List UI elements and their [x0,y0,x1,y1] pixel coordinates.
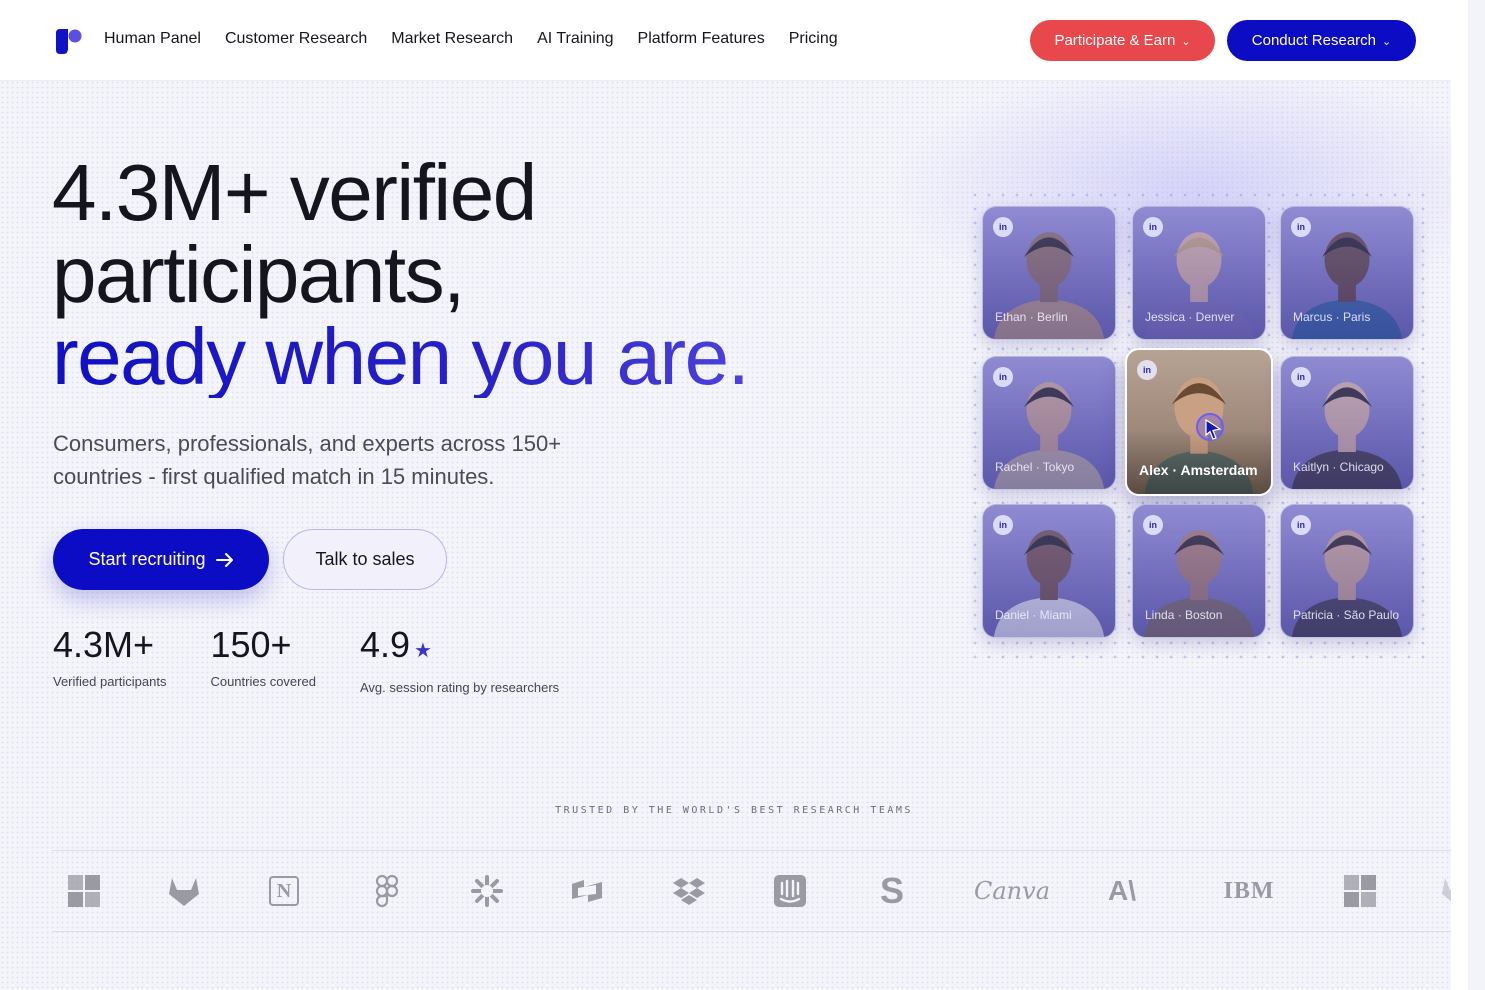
brand-wordmark: IBM [1223,877,1275,904]
participant-label: Alex · Amsterdam [1139,462,1258,478]
customer-logo-strip: N S Canva A\ IBM [52,850,1468,932]
microsoft-logo-icon [64,871,104,911]
headline-line-1: 4.3M+ verified [52,148,537,237]
brand-wordmark: S [879,870,904,911]
stat-label: Verified participants [53,674,167,689]
linkedin-icon[interactable]: in [1137,360,1157,380]
anthropic-logo-icon: A\ [1102,871,1142,911]
stat-value-wrap: 4.9 ★ [360,624,559,672]
participant-card-ethan[interactable]: in Ethan · Berlin [982,206,1116,340]
stat-label: Countries covered [210,674,316,689]
brand-logo-icon[interactable] [54,27,82,55]
participant-label: Rachel · Tokyo [995,460,1075,474]
start-recruiting-label: Start recruiting [88,549,206,569]
nav-link-human-panel[interactable]: Human Panel [104,30,201,48]
headline-line-2: participants, [52,230,465,319]
zapier-logo-icon [467,871,507,911]
nav-link-customer-research[interactable]: Customer Research [225,30,367,48]
participant-card-linda[interactable]: in Linda · Boston [1132,504,1266,638]
participant-label: Daniel · Miami [995,608,1072,622]
linkedin-icon[interactable]: in [1291,515,1311,535]
canva-logo-icon: Canva [974,871,1050,911]
participant-card-alex[interactable]: in Alex · Amsterdam [1125,348,1273,496]
headline-line-3-accent: ready when you are. [52,316,872,398]
participant-label: Jessica · Denver [1145,310,1235,324]
talk-to-sales-button[interactable]: Talk to sales [283,529,447,590]
webflow-logo-icon [567,871,607,911]
chevron-down-icon: ⌄ [1382,36,1392,48]
stat-participants: 4.3M+ Verified participants [53,624,166,695]
stat-countries: 150+ Countries covered [210,624,316,695]
participant-card-marcus[interactable]: in Marcus · Paris [1280,206,1414,340]
brand-wordmark: Canva [974,877,1050,905]
stat-rating: 4.9 ★ Avg. session rating by researchers [360,624,559,695]
stat-value: 4.3M+ [53,624,155,665]
hero-headline: 4.3M+ verified participants, ready when … [52,152,872,398]
participant-card-jessica[interactable]: in Jessica · Denver [1132,206,1266,340]
nav-link-platform-features[interactable]: Platform Features [638,30,765,48]
linkedin-icon[interactable]: in [993,515,1013,535]
notion-logo-icon: N [264,871,304,911]
nav-link-pricing[interactable]: Pricing [789,30,838,48]
page: Human Panel Customer Research Market Res… [0,0,1468,990]
nav-links: Human Panel Customer Research Market Res… [104,30,838,48]
stat-value: 150+ [210,624,292,665]
notion-mark: N [269,876,299,906]
participant-label: Ethan · Berlin [995,310,1068,324]
brand-wordmark: A\ [1108,875,1136,906]
participant-card-patricia[interactable]: in Patricia · São Paulo [1280,504,1414,638]
linkedin-icon[interactable]: in [993,367,1013,387]
participate-earn-label: Participate & Earn [1054,32,1176,49]
nav-link-market-research[interactable]: Market Research [391,30,513,48]
stats-row: 4.3M+ Verified participants 150+ Countri… [53,624,603,695]
participant-label: Kaitlyn · Chicago [1293,460,1384,474]
participant-card-kaitlyn[interactable]: in Kaitlyn · Chicago [1280,356,1414,490]
linkedin-icon[interactable]: in [1291,367,1311,387]
participant-label: Marcus · Paris [1293,310,1371,324]
linkedin-icon[interactable]: in [1143,515,1163,535]
microsoft-logo-icon [1340,871,1380,911]
figma-logo-icon [367,871,407,911]
dropbox-logo-icon [669,871,709,911]
gitlab-logo-icon [164,871,204,911]
ibm-logo-icon: IBM [1217,871,1281,911]
participate-earn-button[interactable]: Participate & Earn ⌄ [1030,20,1215,61]
participant-card-rachel[interactable]: in Rachel · Tokyo [982,356,1116,490]
linkedin-icon[interactable]: in [1291,217,1311,237]
participant-grid: in Ethan · Berlin in Jessica · Denver in Marc… [968,188,1430,662]
conduct-research-label: Conduct Research [1251,32,1376,49]
star-icon: ★ [414,640,432,662]
scrollbar[interactable] [1451,0,1468,990]
hero-subtitle: Consumers, professionals, and experts ac… [53,431,562,489]
intercom-logo-icon [770,871,810,911]
stat-label: Avg. session rating by researchers [359,680,560,695]
cursor-pointer-icon [1196,413,1224,441]
linkedin-icon[interactable]: in [993,217,1013,237]
trusted-heading: TRUSTED BY THE WORLD'S BEST RESEARCH TEA… [555,805,913,816]
nav-link-ai-training[interactable]: AI Training [537,30,613,48]
start-recruiting-button[interactable]: Start recruiting [53,529,269,590]
participant-label: Linda · Boston [1145,608,1223,622]
top-nav: Human Panel Customer Research Market Res… [0,0,1468,81]
conduct-research-button[interactable]: Conduct Research ⌄ [1227,20,1416,61]
participant-label: Patricia · São Paulo [1293,608,1400,622]
stripe-logo-icon: S [872,870,912,911]
participant-card-daniel[interactable]: in Daniel · Miami [982,504,1116,638]
chevron-down-icon: ⌄ [1181,36,1191,48]
linkedin-icon[interactable]: in [1143,217,1163,237]
arrow-right-icon [215,552,233,567]
stat-value: 4.9 [359,624,410,665]
